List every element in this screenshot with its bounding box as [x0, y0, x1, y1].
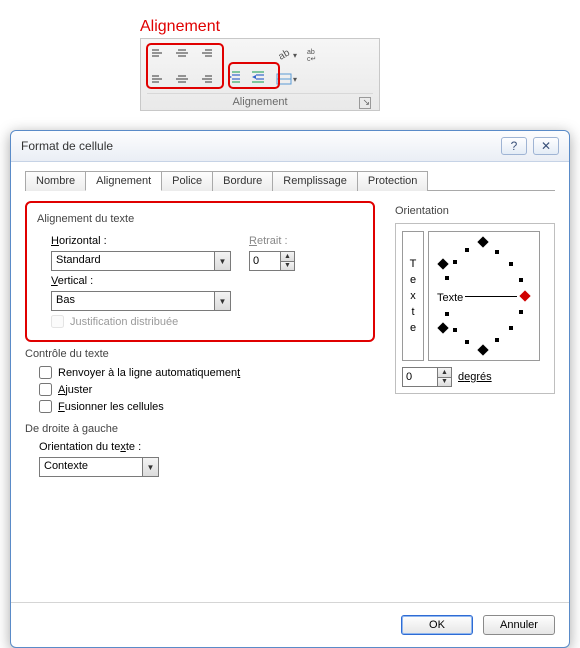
orientation-text-combo[interactable]: Contexte: [39, 457, 159, 477]
svg-text:c↵: c↵: [307, 56, 316, 63]
degrees-input[interactable]: [403, 368, 437, 386]
dial-diamond-icon: [437, 322, 448, 333]
text-control-title: Contrôle du texte: [25, 348, 375, 360]
dial-diamond-icon: [477, 236, 488, 247]
dial-dot-icon: [465, 248, 469, 252]
wrap-text-button[interactable]: abc↵: [303, 45, 325, 65]
spin-down-icon[interactable]: ▼: [281, 262, 294, 271]
dial-dot-icon: [519, 310, 523, 314]
annotation-alignement: Alignement: [140, 18, 220, 36]
shrink-checkbox[interactable]: Ajuster: [39, 383, 375, 396]
ribbon-group-label-text: Alignement: [232, 96, 287, 108]
close-button[interactable]: ✕: [533, 137, 559, 155]
ribbon-annotation-area: Alignement Retrait ab▾ ▾: [0, 0, 580, 130]
vertical-label: Vertical :: [51, 275, 231, 287]
horizontal-label: HHorizontal :orizontal :: [51, 235, 231, 247]
format-cell-dialog: Format de cellule ? ✕ Nombre Alignement …: [10, 130, 570, 648]
tab-police[interactable]: Police: [161, 171, 213, 191]
dial-dot-icon: [509, 262, 513, 266]
horizontal-value: Standard: [52, 252, 214, 270]
ribbon-misc-col2: abc↵: [303, 45, 325, 65]
dial-needle: [465, 296, 517, 297]
spin-up-icon[interactable]: ▲: [281, 252, 294, 262]
degrees-label: degrés: [458, 371, 492, 383]
shrink-label: Ajuster: [58, 384, 92, 396]
retrait-label: Retrait :: [249, 235, 295, 247]
wrap-text-checkbox[interactable]: Renvoyer à la ligne automatiquement: [39, 366, 375, 379]
dial-dot-icon: [445, 276, 449, 280]
dial-dot-icon: [519, 278, 523, 282]
retrait-input[interactable]: [250, 252, 280, 270]
annotation-box-retrait: [228, 62, 280, 89]
dial-dot-icon: [453, 328, 457, 332]
annotation-box-alignement: [146, 43, 224, 89]
wrap-text-label: Renvoyer à la ligne automatiquement: [58, 367, 240, 379]
shrink-input[interactable]: [39, 383, 52, 396]
orientation-dial[interactable]: Texte: [428, 231, 540, 361]
dial-text-label: Texte: [437, 292, 463, 304]
ribbon-group-label: Alignement ↘: [147, 93, 373, 108]
orientation-text-value: Contexte: [40, 458, 142, 476]
rtl-title: De droite à gauche: [25, 423, 375, 435]
dial-handle-icon[interactable]: [519, 290, 530, 301]
tab-strip: Nombre Alignement Police Bordure Remplis…: [25, 170, 555, 191]
titlebar: Format de cellule ? ✕: [11, 131, 569, 162]
retrait-spinner[interactable]: ▲▼: [249, 251, 295, 271]
orientation-title: Orientation: [395, 205, 555, 217]
chevron-down-icon[interactable]: [214, 292, 230, 310]
dial-dot-icon: [445, 312, 449, 316]
svg-text:ab: ab: [277, 47, 293, 62]
ok-button[interactable]: OK: [401, 615, 473, 635]
cancel-button[interactable]: Annuler: [483, 615, 555, 635]
dialog-footer: OK Annuler: [11, 602, 569, 647]
merge-cells-input[interactable]: [39, 400, 52, 413]
degrees-spinner[interactable]: ▲▼: [402, 367, 452, 387]
dialog-launcher-button[interactable]: ↘: [359, 97, 371, 109]
chevron-down-icon[interactable]: [142, 458, 158, 476]
vertical-value: Bas: [52, 292, 214, 310]
dial-dot-icon: [509, 326, 513, 330]
tab-bordure[interactable]: Bordure: [212, 171, 273, 191]
dial-diamond-icon: [437, 258, 448, 269]
text-alignment-title: Alignement du texte: [37, 213, 363, 225]
justification-distribuee-input: [51, 315, 64, 328]
wrap-text-input[interactable]: [39, 366, 52, 379]
merge-cells-checkbox[interactable]: Fusionner les cellules: [39, 400, 375, 413]
horizontal-combo[interactable]: Standard: [51, 251, 231, 271]
chevron-down-icon[interactable]: [214, 252, 230, 270]
tab-protection[interactable]: Protection: [357, 171, 429, 191]
dial-dot-icon: [495, 338, 499, 342]
help-button[interactable]: ?: [501, 137, 527, 155]
justification-distribuee-label: Justification distribuée: [70, 316, 178, 328]
vertical-combo[interactable]: Bas: [51, 291, 231, 311]
merge-cells-label: Fusionner les cellules: [58, 401, 164, 413]
orientation-button[interactable]: ab▾: [275, 45, 297, 65]
orientation-text-label: Orientation du texte :: [39, 441, 375, 453]
dial-dot-icon: [453, 260, 457, 264]
tab-remplissage[interactable]: Remplissage: [272, 171, 358, 191]
orientation-frame: T e x t e: [395, 223, 555, 394]
spin-down-icon[interactable]: ▼: [438, 378, 451, 387]
dialog-title: Format de cellule: [21, 139, 113, 153]
tab-nombre[interactable]: Nombre: [25, 171, 86, 191]
dial-diamond-icon: [477, 344, 488, 355]
text-alignment-section: Alignement du texte HHorizontal :orizont…: [25, 201, 375, 342]
vertical-text-button[interactable]: T e x t e: [402, 231, 424, 361]
spin-up-icon[interactable]: ▲: [438, 368, 451, 378]
justification-distribuee-checkbox: Justification distribuée: [51, 315, 363, 328]
dial-dot-icon: [465, 340, 469, 344]
svg-text:ab: ab: [307, 49, 315, 56]
dial-dot-icon: [495, 250, 499, 254]
tab-alignement[interactable]: Alignement: [85, 171, 162, 191]
